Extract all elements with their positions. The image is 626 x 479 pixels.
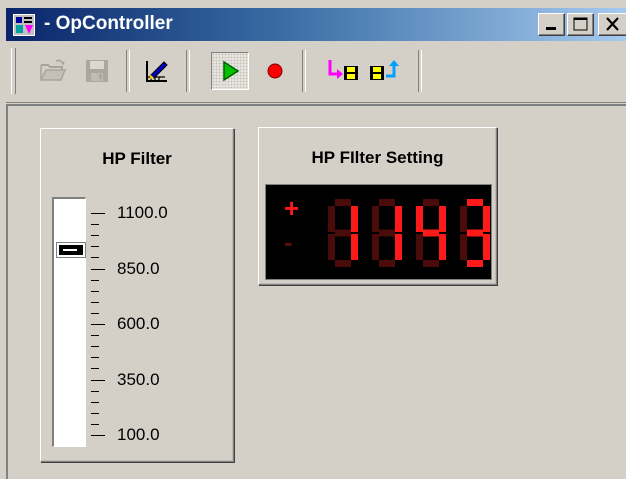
minimize-icon bbox=[546, 27, 556, 30]
window-title: - OpController bbox=[44, 13, 173, 34]
minor-tick bbox=[91, 357, 99, 358]
slider-thumb[interactable] bbox=[57, 243, 85, 257]
minor-tick bbox=[91, 424, 99, 425]
digit-segment bbox=[416, 234, 423, 260]
minor-tick bbox=[91, 368, 99, 369]
load-to-disk-icon bbox=[328, 60, 358, 80]
minor-tick bbox=[91, 313, 99, 314]
digit-segment bbox=[423, 199, 439, 206]
open-button[interactable] bbox=[34, 52, 72, 90]
minor-tick bbox=[91, 346, 99, 347]
digit-segment bbox=[483, 206, 490, 232]
digit-segment bbox=[483, 234, 490, 260]
scale-label: 850.0 bbox=[117, 259, 160, 278]
digit-segment bbox=[395, 234, 402, 260]
digit-segment bbox=[379, 260, 395, 267]
save-button[interactable] bbox=[78, 52, 116, 90]
toolbar-separator bbox=[186, 50, 190, 92]
digit-segment bbox=[379, 199, 395, 206]
digit-segment bbox=[372, 206, 379, 232]
digit-segment bbox=[335, 199, 351, 206]
minor-tick bbox=[91, 413, 99, 414]
close-button[interactable] bbox=[598, 13, 626, 36]
major-tick bbox=[91, 435, 105, 436]
toolbar-separator bbox=[302, 50, 306, 92]
minor-tick bbox=[91, 224, 99, 225]
minimize-button[interactable] bbox=[538, 13, 565, 36]
app-icon bbox=[13, 14, 35, 36]
maximize-icon bbox=[573, 17, 588, 31]
digit-segment bbox=[467, 260, 483, 267]
hp-filter-setting-title: HP FIlter Setting bbox=[311, 148, 444, 167]
digit-segment bbox=[423, 260, 439, 267]
hp-filter-setting-panel: HP FIlter Setting + - bbox=[258, 127, 497, 285]
digit-segment bbox=[328, 234, 335, 260]
digit-segment bbox=[379, 229, 395, 237]
toolbar-separator bbox=[126, 50, 130, 92]
save-upload-icon bbox=[370, 60, 399, 80]
maximize-button[interactable] bbox=[567, 13, 594, 36]
edit-chart-icon bbox=[146, 61, 168, 82]
minor-tick bbox=[91, 335, 99, 336]
digit-segment bbox=[372, 234, 379, 260]
play-icon bbox=[223, 60, 240, 82]
opcontroller-window: - OpController HP Filter 1100.0 850.0 60… bbox=[0, 0, 626, 479]
major-tick bbox=[91, 380, 105, 381]
seven-segment-display: + - bbox=[265, 184, 492, 280]
display-digits bbox=[328, 199, 490, 267]
digit-segment bbox=[439, 234, 446, 260]
minor-tick bbox=[91, 391, 99, 392]
floppy-disk-icon bbox=[86, 60, 108, 82]
digit-segment bbox=[335, 229, 351, 237]
digit-segment bbox=[460, 206, 467, 232]
digit-segment bbox=[416, 206, 423, 232]
digit-segment bbox=[423, 229, 439, 237]
digit-segment bbox=[335, 260, 351, 267]
minor-tick bbox=[91, 235, 99, 236]
minor-tick bbox=[91, 402, 99, 403]
hp-filter-panel: HP Filter 1100.0 850.0 600.0 350.0 100.0 bbox=[40, 128, 234, 462]
edit-button[interactable] bbox=[138, 52, 176, 90]
minor-tick bbox=[91, 246, 99, 247]
title-bar[interactable]: - OpController bbox=[6, 8, 626, 41]
major-tick bbox=[91, 269, 105, 270]
toolbar bbox=[6, 42, 626, 103]
digit-segment bbox=[467, 229, 483, 237]
record-icon bbox=[267, 63, 283, 79]
digit-segment bbox=[460, 234, 467, 260]
digit-segment bbox=[395, 206, 402, 232]
digit-segment bbox=[351, 206, 358, 232]
scale-label: 1100.0 bbox=[117, 203, 168, 222]
minor-tick bbox=[91, 280, 99, 281]
record-button[interactable] bbox=[256, 52, 294, 90]
close-icon bbox=[606, 17, 619, 31]
digit-segment bbox=[328, 206, 335, 232]
hp-filter-slider[interactable] bbox=[52, 197, 86, 447]
toolbar-separator bbox=[418, 50, 422, 92]
minor-tick bbox=[91, 291, 99, 292]
scale-label: 350.0 bbox=[117, 370, 160, 389]
run-button[interactable] bbox=[211, 52, 249, 90]
folder-open-icon bbox=[40, 59, 67, 81]
major-tick bbox=[91, 213, 105, 214]
scale-label: 100.0 bbox=[117, 425, 160, 444]
minor-tick bbox=[91, 302, 99, 303]
hp-filter-title: HP Filter bbox=[102, 149, 172, 168]
load-button[interactable] bbox=[324, 52, 362, 90]
upload-button[interactable] bbox=[366, 52, 404, 90]
digit-segment bbox=[351, 234, 358, 260]
digit-segment bbox=[467, 199, 483, 206]
minor-tick bbox=[91, 257, 99, 258]
slider-scale: 1100.0 850.0 600.0 350.0 100.0 bbox=[91, 203, 231, 445]
toolbar-grip[interactable] bbox=[11, 48, 16, 94]
digit-segment bbox=[439, 206, 446, 232]
scale-label: 600.0 bbox=[117, 314, 160, 333]
major-tick bbox=[91, 324, 105, 325]
